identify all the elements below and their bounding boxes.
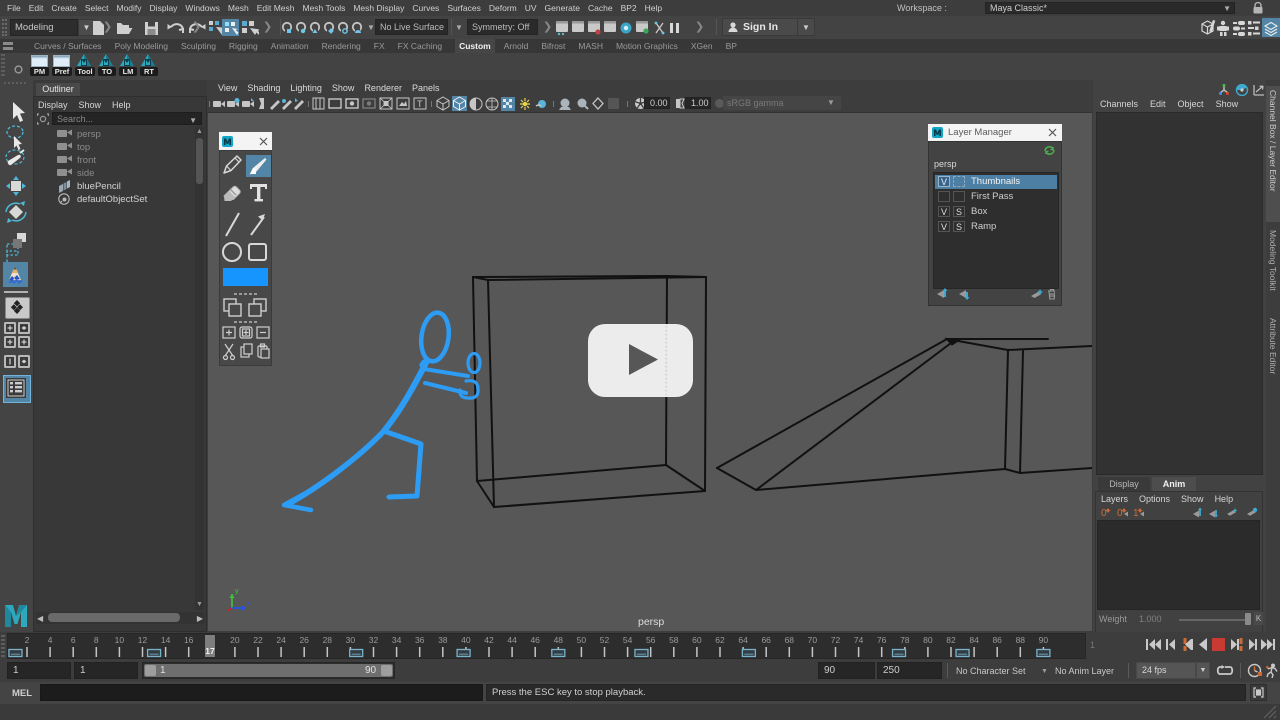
svg-text:2: 2: [25, 635, 30, 645]
svg-text:34: 34: [392, 635, 402, 645]
svg-text:64: 64: [738, 635, 748, 645]
svg-text:40: 40: [461, 635, 471, 645]
svg-text:84: 84: [969, 635, 979, 645]
svg-text:54: 54: [623, 635, 633, 645]
svg-text:76: 76: [877, 635, 887, 645]
svg-text:persp: persp: [638, 616, 664, 628]
svg-text:46: 46: [530, 635, 540, 645]
svg-text:68: 68: [785, 635, 795, 645]
svg-text:74: 74: [854, 635, 864, 645]
svg-text:48: 48: [554, 635, 564, 645]
svg-text:defaultObjectSet: defaultObjectSet: [77, 194, 148, 205]
svg-text:top: top: [77, 142, 90, 153]
svg-text:38: 38: [438, 635, 448, 645]
svg-text:persp: persp: [77, 129, 101, 140]
svg-text:16: 16: [184, 635, 194, 645]
svg-text:36: 36: [415, 635, 425, 645]
svg-text:60: 60: [692, 635, 702, 645]
svg-text:32: 32: [369, 635, 379, 645]
svg-text:30: 30: [346, 635, 356, 645]
svg-text:72: 72: [831, 635, 841, 645]
svg-text:24: 24: [276, 635, 286, 645]
svg-text:90: 90: [1039, 635, 1049, 645]
svg-text:66: 66: [761, 635, 771, 645]
svg-text:22: 22: [253, 635, 263, 645]
svg-text:80: 80: [923, 635, 933, 645]
svg-text:bluePencil: bluePencil: [77, 181, 121, 192]
svg-text:52: 52: [600, 635, 610, 645]
svg-text:10: 10: [115, 635, 125, 645]
svg-text:62: 62: [715, 635, 725, 645]
svg-text:0: 0: [1117, 508, 1123, 519]
svg-text:8: 8: [94, 635, 99, 645]
svg-text:0: 0: [1101, 508, 1107, 519]
svg-text:4: 4: [48, 635, 53, 645]
svg-text:58: 58: [669, 635, 679, 645]
svg-text:28: 28: [323, 635, 333, 645]
svg-text:42: 42: [484, 635, 494, 645]
svg-text:20: 20: [230, 635, 240, 645]
svg-text:50: 50: [577, 635, 587, 645]
svg-text:12: 12: [138, 635, 148, 645]
svg-text:86: 86: [992, 635, 1002, 645]
svg-text:56: 56: [646, 635, 656, 645]
svg-text:y: y: [235, 588, 239, 595]
svg-text:front: front: [77, 155, 96, 166]
svg-text:78: 78: [900, 635, 910, 645]
svg-text:82: 82: [946, 635, 956, 645]
svg-text:x: x: [247, 600, 251, 607]
svg-text:14: 14: [161, 635, 171, 645]
svg-text:26: 26: [299, 635, 309, 645]
svg-text:side: side: [77, 168, 94, 179]
svg-text:1: 1: [1133, 508, 1139, 519]
svg-text:T: T: [417, 99, 423, 109]
svg-text:44: 44: [507, 635, 517, 645]
svg-text:6: 6: [71, 635, 76, 645]
svg-text:88: 88: [1016, 635, 1026, 645]
svg-text:70: 70: [808, 635, 818, 645]
